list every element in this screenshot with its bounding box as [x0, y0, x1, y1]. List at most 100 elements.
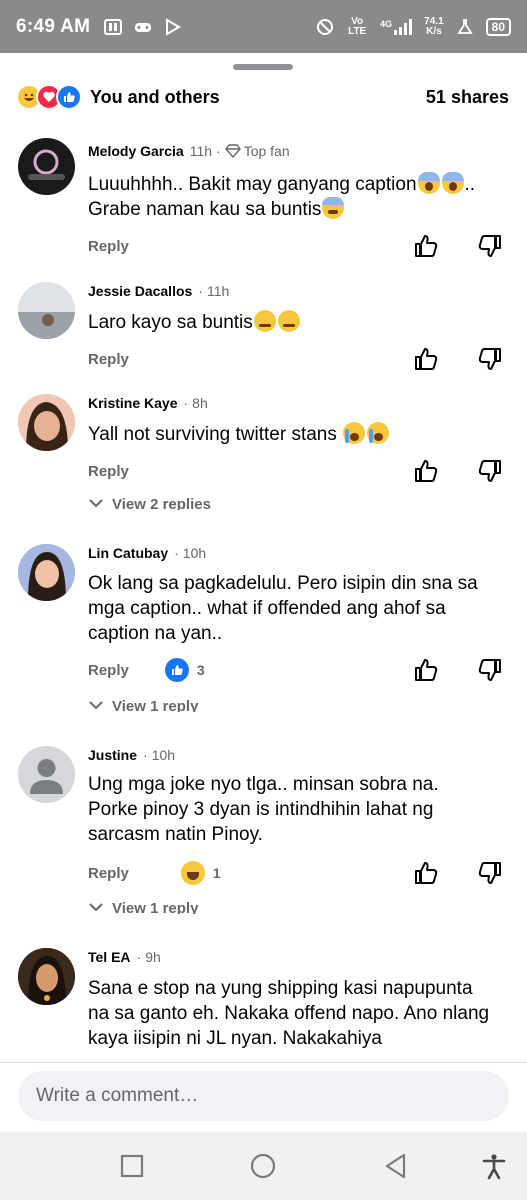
back-button[interactable] [382, 1152, 410, 1180]
like-icon [56, 84, 82, 110]
reactions-summary[interactable]: You and others 51 shares [16, 80, 509, 114]
commenter-name[interactable]: Lin Catubay [88, 545, 168, 561]
network-speed: 74.1 K/s [424, 15, 444, 37]
reaction-count-value: 1 [212, 865, 221, 881]
thumbs-down-icon[interactable] [477, 860, 503, 886]
speed-value: 74.1 [424, 15, 444, 27]
screaming-face-emoji [441, 172, 464, 194]
vote-buttons [413, 458, 503, 484]
view-replies-button[interactable]: View 1 reply [88, 698, 198, 712]
reply-button[interactable]: Reply [88, 351, 129, 368]
status-time: 6:49 AM [16, 15, 91, 37]
commenter-name[interactable]: Tel EA [88, 949, 131, 965]
comment-composer-bar: Write a comment… [0, 1062, 527, 1132]
comment-input[interactable]: Write a comment… [18, 1071, 509, 1121]
comment-text: Sana e stop na yung shipping kasi napupu… [88, 978, 490, 1049]
comment-text-part: .. [464, 174, 476, 195]
comment-actions: Reply [88, 233, 503, 259]
thumbs-down-icon[interactable] [477, 458, 503, 484]
diamond-icon [224, 144, 241, 158]
avatar[interactable] [18, 746, 75, 803]
comment-time: 8h [192, 395, 208, 411]
battery-icon: 80 [485, 17, 511, 36]
meta-separator: · [174, 545, 179, 561]
comment-text: Ok lang sa pagkadelulu. Pero isipin din … [88, 573, 478, 644]
thumbs-down-icon[interactable] [477, 233, 503, 259]
meta-separator: · [143, 747, 148, 763]
notification-icons [104, 17, 182, 36]
view-replies-label: View 2 replies [112, 496, 211, 510]
app-notification-icon [104, 18, 123, 35]
avatar[interactable] [18, 948, 75, 1005]
top-fan-badge: Top fan [243, 143, 290, 159]
thumbs-up-icon[interactable] [413, 860, 439, 886]
vote-buttons [413, 233, 503, 259]
vote-buttons [413, 860, 503, 886]
reply-button[interactable]: Reply [88, 865, 129, 882]
reactions-label: You and others [90, 86, 220, 107]
commenter-name[interactable]: Justine [88, 747, 137, 763]
thumbs-up-icon[interactable] [413, 458, 439, 484]
comment-header: Kristine Kaye · 8h [88, 395, 208, 411]
reaction-icons [16, 84, 82, 110]
avatar[interactable] [18, 282, 75, 339]
home-button[interactable] [249, 1152, 277, 1180]
thumbs-up-icon[interactable] [413, 657, 439, 683]
comment-header: Tel EA · 9h [88, 949, 161, 965]
avatar[interactable] [18, 544, 75, 601]
view-replies-button[interactable]: View 1 reply [88, 900, 198, 914]
chevron-down-icon [89, 701, 103, 710]
comment-time: 10h [182, 545, 207, 561]
comment-text-part: Luuuhhhh.. Bakit may ganyang caption [88, 174, 417, 195]
comment-time: 11h [189, 143, 213, 159]
commenter-name[interactable]: Jessie Dacallos [88, 283, 192, 299]
thumbs-down-icon[interactable] [477, 346, 503, 372]
view-replies-button[interactable]: View 2 replies [88, 496, 211, 510]
commenter-name[interactable]: Kristine Kaye [88, 395, 177, 411]
flask-icon [457, 18, 473, 34]
accessibility-icon[interactable] [480, 1152, 508, 1180]
comment-text-part: Yall not surviving twitter stans [88, 424, 337, 445]
avatar[interactable] [18, 138, 75, 195]
meta-separator: · [198, 283, 203, 299]
thumbs-up-icon[interactable] [413, 346, 439, 372]
comment-text: Luuuhhhh.. Bakit may ganyang caption.. G… [88, 172, 493, 222]
comment-text: Yall not surviving twitter stans [88, 422, 493, 447]
default-avatar-icon [18, 746, 75, 803]
avatar-image [18, 282, 75, 339]
comment-text-part: Grabe naman kau sa buntis [88, 199, 322, 220]
comment-actions: Reply 3 [88, 657, 503, 683]
comment-time: 9h [145, 949, 161, 965]
signal-icon: 4G [380, 18, 413, 35]
avatar-image [28, 149, 65, 180]
crying-face-emoji [367, 422, 390, 444]
comment-actions: Reply [88, 346, 503, 372]
avatar-image [18, 544, 75, 601]
chevron-down-icon [89, 499, 103, 508]
recents-button[interactable] [118, 1152, 146, 1180]
chevron-down-icon [89, 903, 103, 912]
reply-button[interactable]: Reply [88, 238, 129, 255]
reaction-count-value: 3 [196, 662, 205, 678]
reply-button[interactable]: Reply [88, 463, 129, 480]
avatar[interactable] [18, 394, 75, 451]
pensive-face-emoji [277, 310, 300, 332]
drag-handle[interactable] [233, 64, 293, 70]
reaction-count[interactable]: 1 [180, 861, 221, 885]
do-not-disturb-icon [317, 18, 334, 35]
game-controller-icon [135, 22, 152, 32]
avatar-image [18, 948, 75, 1005]
reaction-count[interactable]: 3 [164, 658, 205, 682]
volte-indicator: Vo LTE [348, 15, 367, 37]
thumbs-down-icon[interactable] [477, 657, 503, 683]
play-store-icon [166, 17, 182, 36]
shares-count[interactable]: 51 shares [426, 87, 509, 108]
avatar-image [18, 394, 75, 451]
commenter-name[interactable]: Melody Garcia [88, 143, 184, 159]
thumbs-up-icon[interactable] [413, 233, 439, 259]
view-replies-label: View 1 reply [112, 698, 199, 712]
screaming-face-emoji [417, 172, 440, 194]
fearful-face-emoji [322, 197, 345, 219]
comment-time: 11h [206, 283, 230, 299]
reply-button[interactable]: Reply [88, 662, 129, 679]
